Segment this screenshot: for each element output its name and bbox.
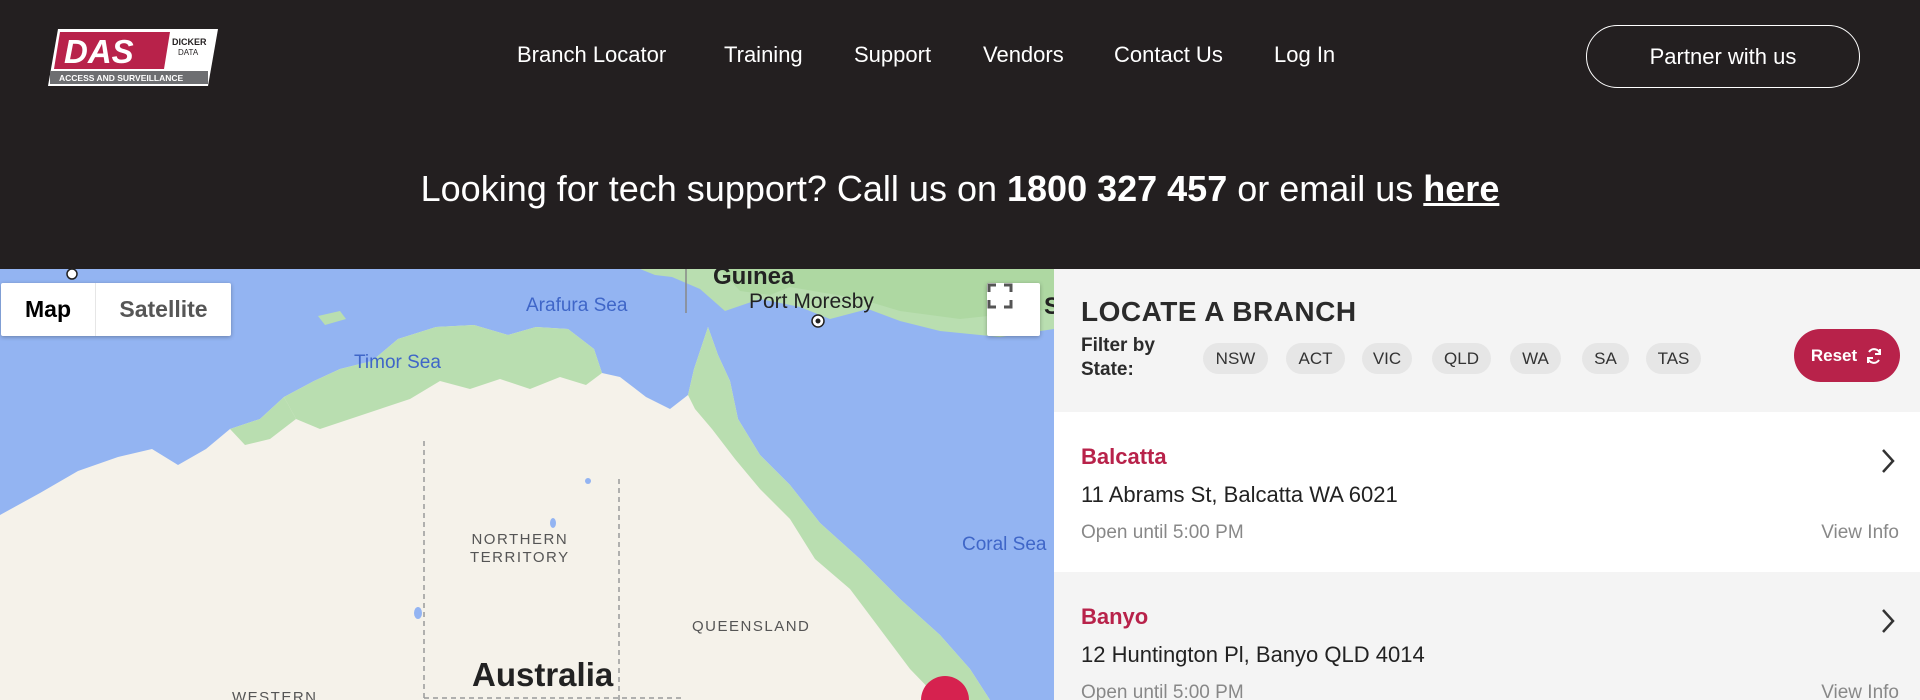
state-filter-act[interactable]: ACT [1286, 343, 1345, 374]
site-header: DAS DICKER DATA ACCESS AND SURVEILLANCE … [0, 0, 1920, 269]
branch-address: 11 Abrams St, Balcatta WA 6021 [1081, 482, 1398, 507]
state-filter-qld[interactable]: QLD [1432, 343, 1491, 374]
refresh-icon [1867, 347, 1882, 364]
map-label-timor-sea: Timor Sea [354, 352, 441, 373]
map-label-australia: Australia [472, 656, 614, 693]
fullscreen-button[interactable] [987, 283, 1040, 336]
support-middle: or email us [1227, 168, 1424, 209]
nav-contact-us[interactable]: Contact Us [1114, 42, 1223, 68]
state-filter-vic[interactable]: VIC [1362, 343, 1412, 374]
support-prefix: Looking for tech support? Call us on [420, 168, 1007, 209]
nav-support[interactable]: Support [854, 42, 931, 68]
filter-label-line-1: Filter by [1081, 335, 1155, 356]
map-label-arafura-sea: Arafura Sea [526, 295, 628, 316]
reset-button[interactable]: Reset [1794, 329, 1900, 382]
state-filter-nsw[interactable]: NSW [1203, 343, 1268, 374]
branch-name[interactable]: Balcatta [1081, 444, 1167, 470]
state-filter-wa[interactable]: WA [1510, 343, 1561, 374]
filter-label-line-2: State: [1081, 359, 1134, 380]
map-label-guinea: Guinea [713, 269, 795, 290]
nav-log-in[interactable]: Log In [1274, 42, 1335, 68]
map-label-western: WESTERN [232, 689, 318, 700]
support-email-link[interactable]: here [1423, 168, 1499, 209]
panel-title: LOCATE A BRANCH [1081, 296, 1357, 327]
branch-address: 12 Huntington Pl, Banyo QLD 4014 [1081, 642, 1425, 667]
partner-with-us-button[interactable]: Partner with us [1586, 25, 1860, 88]
branch-name[interactable]: Banyo [1081, 604, 1148, 630]
chevron-right-icon[interactable] [1878, 606, 1898, 636]
filter-label: Filter by State: [1081, 334, 1155, 382]
branch-item-banyo[interactable]: Banyo 12 Huntington Pl, Banyo QLD 4014 O… [1054, 572, 1920, 700]
map-label-queensland: QUEENSLAND [692, 618, 811, 635]
branch-map[interactable]: Map Satellite Guinea Port Moresby Arafur… [0, 269, 1054, 700]
chevron-right-icon[interactable] [1878, 446, 1898, 476]
support-phone[interactable]: 1800 327 457 [1007, 168, 1227, 209]
nt-line-1: NORTHERN [471, 531, 569, 548]
branch-item-balcatta[interactable]: Balcatta 11 Abrams St, Balcatta WA 6021 … [1054, 412, 1920, 572]
map-view-button[interactable]: Map [1, 283, 95, 336]
state-filter-sa[interactable]: SA [1582, 343, 1629, 374]
nav-branch-locator[interactable]: Branch Locator [517, 42, 666, 68]
nav-vendors[interactable]: Vendors [983, 42, 1064, 68]
map-label-coral-sea: Coral Sea [962, 534, 1047, 555]
state-filter-tas[interactable]: TAS [1646, 343, 1701, 374]
svg-text:ACCESS AND SURVEILLANCE: ACCESS AND SURVEILLANCE [59, 73, 184, 83]
nav-training[interactable]: Training [724, 42, 803, 68]
branch-hours: Open until 5:00 PM [1081, 682, 1244, 700]
branch-panel: LOCATE A BRANCH Filter by State: NSW ACT… [1054, 269, 1920, 700]
map-label-port-moresby: Port Moresby [749, 290, 874, 313]
support-banner: Looking for tech support? Call us on 180… [0, 168, 1920, 210]
satellite-view-button[interactable]: Satellite [95, 283, 231, 336]
view-info-link[interactable]: View Info [1821, 522, 1899, 544]
map-label-edge: S [1044, 293, 1054, 320]
nt-line-2: TERRITORY [470, 549, 570, 566]
reset-label: Reset [1810, 345, 1858, 365]
map-type-toggle: Map Satellite [1, 283, 231, 336]
view-info-link[interactable]: View Info [1821, 682, 1899, 700]
map-label-northern-territory: NORTHERN TERRITORY [470, 531, 570, 567]
branch-hours: Open until 5:00 PM [1081, 522, 1244, 543]
fullscreen-icon [987, 283, 1013, 309]
branch-panel-header: LOCATE A BRANCH Filter by State: NSW ACT… [1054, 269, 1920, 412]
